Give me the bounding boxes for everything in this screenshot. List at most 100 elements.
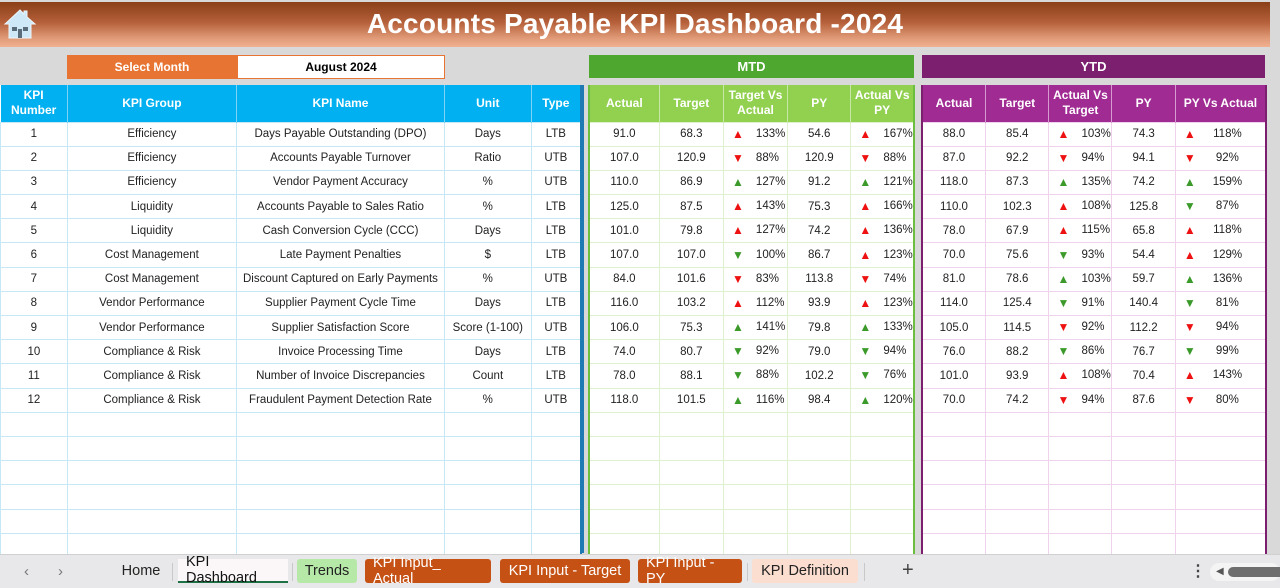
sheet-tab-trends[interactable]: Trends — [297, 559, 357, 583]
kpi-name-cell[interactable]: Number of Invoice Discrepancies — [236, 363, 445, 389]
empty-cell[interactable] — [722, 411, 789, 437]
kpi-group-cell[interactable]: Compliance & Risk — [66, 339, 238, 365]
empty-cell[interactable] — [722, 508, 789, 534]
kpi-name-cell[interactable]: Fraudulent Payment Detection Rate — [236, 387, 445, 413]
type-cell[interactable]: LTB — [530, 121, 582, 147]
empty-cell[interactable] — [984, 508, 1050, 534]
empty-cell[interactable] — [236, 508, 445, 534]
empty-cell[interactable] — [984, 484, 1050, 510]
ytd-actual-vs-target-cell[interactable]: ▼ 94% — [1048, 387, 1113, 413]
mtd-actual-cell[interactable]: 91.0 — [588, 121, 660, 147]
empty-cell[interactable] — [850, 460, 915, 486]
kpi-number-cell[interactable]: 3 — [0, 169, 68, 196]
empty-cell[interactable] — [658, 508, 724, 534]
type-cell[interactable]: LTB — [530, 363, 582, 389]
ytd-target-cell[interactable]: 67.9 — [984, 218, 1050, 244]
unit-cell[interactable]: % — [443, 387, 532, 413]
empty-cell[interactable] — [1174, 460, 1267, 486]
ytd-py-cell[interactable]: 87.6 — [1111, 387, 1176, 413]
ytd-py-vs-actual-cell[interactable]: ▲ 159% — [1174, 169, 1267, 196]
empty-cell[interactable] — [66, 508, 238, 534]
empty-cell[interactable] — [588, 411, 660, 437]
mtd-target-cell[interactable]: 79.8 — [658, 218, 724, 244]
kpi-number-cell[interactable]: 1 — [0, 121, 68, 147]
mtd-actual-vs-py-cell[interactable]: ▼ 76% — [850, 363, 915, 389]
mtd-target-cell[interactable]: 88.1 — [658, 363, 724, 389]
ytd-actual-vs-target-cell[interactable]: ▼ 94% — [1048, 145, 1113, 171]
empty-cell[interactable] — [530, 484, 582, 510]
mtd-target-vs-actual-cell[interactable]: ▲ 143% — [722, 194, 789, 220]
ytd-actual-cell[interactable]: 87.0 — [921, 145, 986, 171]
ytd-actual-cell[interactable]: 78.0 — [921, 218, 986, 244]
empty-cell[interactable] — [850, 411, 915, 437]
mtd-target-vs-actual-cell[interactable]: ▼ 83% — [722, 266, 789, 292]
ytd-target-cell[interactable]: 102.3 — [984, 194, 1050, 220]
ytd-py-cell[interactable]: 94.1 — [1111, 145, 1176, 171]
mtd-py-cell[interactable]: 79.0 — [787, 339, 852, 365]
empty-cell[interactable] — [1174, 484, 1267, 510]
ytd-py-cell[interactable]: 112.2 — [1111, 314, 1176, 341]
mtd-actual-cell[interactable]: 107.0 — [588, 242, 660, 268]
ytd-py-cell[interactable]: 59.7 — [1111, 266, 1176, 292]
empty-cell[interactable] — [921, 508, 986, 534]
mtd-target-cell[interactable]: 68.3 — [658, 121, 724, 147]
ytd-target-cell[interactable]: 78.6 — [984, 266, 1050, 292]
type-cell[interactable]: LTB — [530, 218, 582, 244]
kpi-number-cell[interactable]: 9 — [0, 314, 68, 341]
ytd-target-cell[interactable]: 85.4 — [984, 121, 1050, 147]
mtd-py-cell[interactable]: 98.4 — [787, 387, 852, 413]
ytd-actual-vs-target-cell[interactable]: ▲ 108% — [1048, 194, 1113, 220]
mtd-target-cell[interactable]: 87.5 — [658, 194, 724, 220]
empty-cell[interactable] — [921, 411, 986, 437]
kpi-name-cell[interactable]: Vendor Payment Accuracy — [236, 169, 445, 196]
empty-cell[interactable] — [66, 484, 238, 510]
scroll-left-icon[interactable]: ◀ — [1216, 566, 1224, 577]
mtd-target-cell[interactable]: 86.9 — [658, 169, 724, 196]
empty-cell[interactable] — [921, 435, 986, 462]
mtd-target-cell[interactable]: 107.0 — [658, 242, 724, 268]
mtd-actual-vs-py-cell[interactable]: ▲ 136% — [850, 218, 915, 244]
kpi-name-cell[interactable]: Invoice Processing Time — [236, 339, 445, 365]
mtd-actual-vs-py-cell[interactable]: ▼ 88% — [850, 145, 915, 171]
month-dropdown[interactable]: August 2024 — [237, 55, 445, 79]
unit-cell[interactable]: Score (1-100) — [443, 314, 532, 341]
kpi-name-cell[interactable]: Accounts Payable Turnover — [236, 145, 445, 171]
type-cell[interactable]: LTB — [530, 194, 582, 220]
ytd-actual-vs-target-cell[interactable]: ▼ 86% — [1048, 339, 1113, 365]
mtd-actual-cell[interactable]: 74.0 — [588, 339, 660, 365]
ytd-py-vs-actual-cell[interactable]: ▼ 94% — [1174, 314, 1267, 341]
kpi-number-cell[interactable]: 10 — [0, 339, 68, 365]
ytd-py-cell[interactable]: 140.4 — [1111, 290, 1176, 317]
empty-cell[interactable] — [1111, 411, 1176, 437]
mtd-target-cell[interactable]: 101.6 — [658, 266, 724, 292]
kpi-group-cell[interactable]: Compliance & Risk — [66, 387, 238, 413]
mtd-actual-vs-py-cell[interactable]: ▲ 123% — [850, 242, 915, 268]
unit-cell[interactable]: % — [443, 194, 532, 220]
ytd-target-cell[interactable]: 125.4 — [984, 290, 1050, 317]
mtd-py-cell[interactable]: 93.9 — [787, 290, 852, 317]
empty-cell[interactable] — [787, 411, 852, 437]
ytd-py-cell[interactable]: 70.4 — [1111, 363, 1176, 389]
unit-cell[interactable]: Days — [443, 218, 532, 244]
empty-cell[interactable] — [850, 435, 915, 462]
type-cell[interactable]: UTB — [530, 314, 582, 341]
ytd-py-vs-actual-cell[interactable]: ▼ 99% — [1174, 339, 1267, 365]
empty-cell[interactable] — [658, 411, 724, 437]
ytd-actual-cell[interactable]: 70.0 — [921, 387, 986, 413]
ytd-actual-vs-target-cell[interactable]: ▲ 108% — [1048, 363, 1113, 389]
kpi-group-cell[interactable]: Liquidity — [66, 218, 238, 244]
mtd-target-vs-actual-cell[interactable]: ▲ 141% — [722, 314, 789, 341]
ytd-actual-cell[interactable]: 81.0 — [921, 266, 986, 292]
ytd-py-vs-actual-cell[interactable]: ▼ 80% — [1174, 387, 1267, 413]
ytd-actual-cell[interactable]: 88.0 — [921, 121, 986, 147]
ytd-actual-vs-target-cell[interactable]: ▲ 103% — [1048, 266, 1113, 292]
empty-cell[interactable] — [443, 460, 532, 486]
mtd-actual-vs-py-cell[interactable]: ▲ 120% — [850, 387, 915, 413]
type-cell[interactable]: UTB — [530, 169, 582, 196]
kpi-number-cell[interactable]: 6 — [0, 242, 68, 268]
empty-cell[interactable] — [1174, 508, 1267, 534]
mtd-actual-vs-py-cell[interactable]: ▲ 121% — [850, 169, 915, 196]
empty-cell[interactable] — [443, 508, 532, 534]
mtd-actual-cell[interactable]: 116.0 — [588, 290, 660, 317]
ytd-py-vs-actual-cell[interactable]: ▲ 129% — [1174, 242, 1267, 268]
